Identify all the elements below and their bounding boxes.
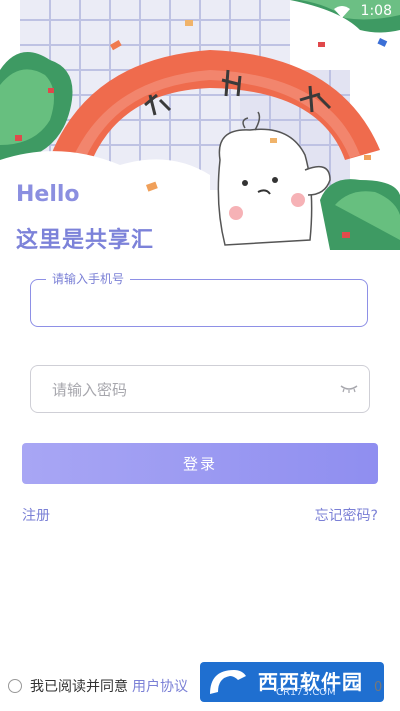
watermark-tail: 0 bbox=[374, 680, 383, 695]
wifi-icon bbox=[334, 6, 350, 18]
forgot-password-link[interactable]: 忘记密码? bbox=[315, 505, 378, 525]
watermark-subtext: CR173.COM bbox=[276, 687, 336, 698]
password-placeholder: 请输入密码 bbox=[52, 381, 128, 399]
agreement-row: 我已阅读并同意 用户协议 bbox=[8, 676, 188, 696]
login-button[interactable]: 登录 bbox=[22, 443, 378, 484]
greeting-title: 这里是共享汇 bbox=[16, 228, 155, 253]
agreement-text: 我已阅读并同意 bbox=[30, 679, 128, 695]
phone-input-label: 请输入手机号 bbox=[46, 270, 131, 287]
agreement-radio[interactable] bbox=[8, 679, 22, 693]
watermark-badge: 西西软件园 CR173.COM bbox=[200, 662, 384, 702]
status-bar: 1:08 bbox=[0, 0, 400, 24]
eye-closed-icon[interactable] bbox=[340, 383, 358, 393]
register-link[interactable]: 注册 bbox=[22, 505, 50, 525]
status-time: 1:08 bbox=[360, 3, 392, 19]
hero-illustration bbox=[0, 0, 400, 250]
watermark-logo-icon bbox=[210, 670, 246, 694]
greeting-hello: Hello bbox=[16, 182, 80, 207]
user-agreement-link[interactable]: 用户协议 bbox=[132, 676, 188, 696]
